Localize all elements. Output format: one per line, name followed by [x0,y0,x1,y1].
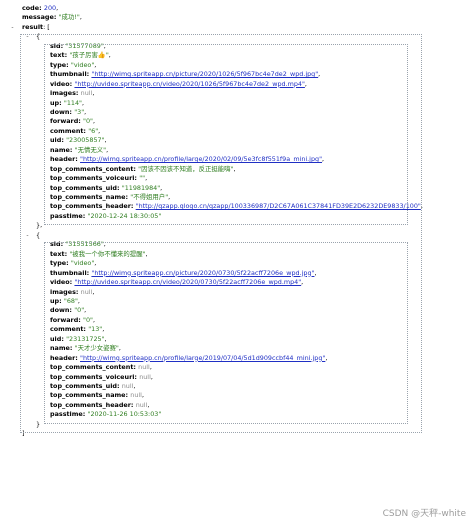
result-key: result [22,22,44,31]
open-bracket: : [ [43,22,50,31]
csdn-watermark: CSDN @天秤-white [382,509,466,519]
result-row: result: [ [22,23,50,32]
comma: , [56,4,59,12]
result-collapse-toggle[interactable]: - [9,23,16,32]
code-key: code: [22,4,44,12]
comma: , [79,13,82,22]
result-guide [20,34,422,434]
code-value: 200 [43,4,57,12]
message-key: message: [22,13,59,22]
message-value: "成功!" [58,13,80,22]
message-row: message: "成功!", [22,13,82,22]
